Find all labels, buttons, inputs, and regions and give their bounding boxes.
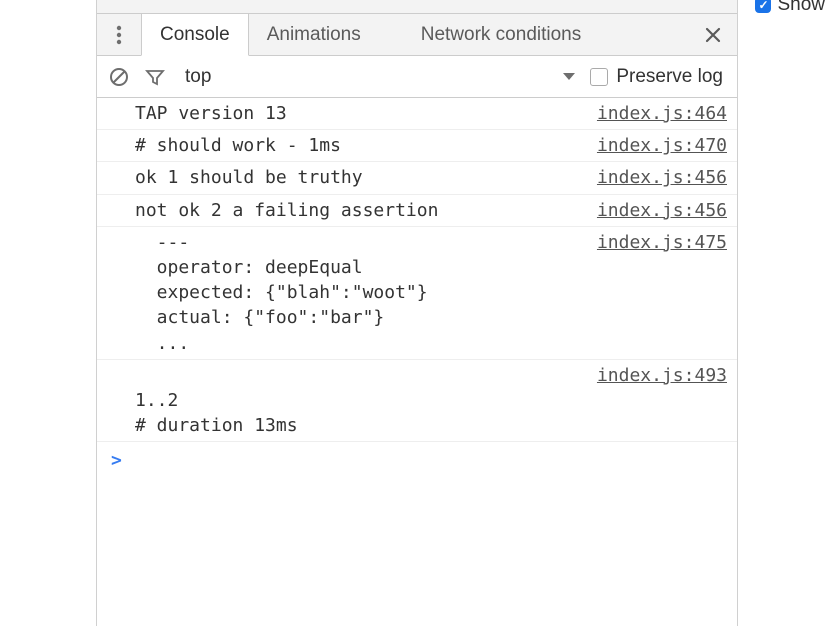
clear-icon[interactable] <box>107 65 131 89</box>
tab-label: Console <box>160 24 230 46</box>
execution-context-select[interactable]: top <box>185 66 211 88</box>
context-label: top <box>185 66 211 88</box>
log-row: not ok 2 a failing assertion index.js:45… <box>97 195 737 227</box>
log-message: ok 1 should be truthy <box>135 165 585 190</box>
preserve-log-option[interactable]: Preserve log <box>590 66 723 88</box>
log-source-link[interactable]: index.js:456 <box>585 165 727 190</box>
log-row: 1..2 # duration 13ms index.js:493 <box>97 360 737 443</box>
tab-label: Network conditions <box>421 24 582 46</box>
log-message: TAP version 13 <box>135 101 585 126</box>
log-source-link[interactable]: index.js:464 <box>585 101 727 126</box>
show-option[interactable]: ✓ Show <box>755 0 825 16</box>
log-row: TAP version 13 index.js:464 <box>97 98 737 130</box>
log-row: # should work - 1ms index.js:470 <box>97 130 737 162</box>
preserve-log-checkbox[interactable] <box>590 68 608 86</box>
tab-network-conditions[interactable]: Network conditions <box>403 14 600 55</box>
caret-down-icon[interactable] <box>562 72 576 82</box>
log-source-link[interactable]: index.js:493 <box>585 363 727 388</box>
console-toolbar: top Preserve log <box>97 56 737 98</box>
top-bar-sliver: ✓ Show <box>97 0 737 14</box>
kebab-icon[interactable] <box>97 14 141 55</box>
devtools-panel: ✓ Show Console Animations Network condit… <box>96 0 738 626</box>
drawer-tab-strip: Console Animations Network conditions <box>97 14 737 56</box>
filter-icon[interactable] <box>143 65 167 89</box>
log-message: 1..2 # duration 13ms <box>135 363 585 439</box>
tab-label: Animations <box>267 24 361 46</box>
log-row: --- operator: deepEqual expected: {"blah… <box>97 227 737 360</box>
preserve-log-label: Preserve log <box>616 66 723 88</box>
prompt-caret-icon: > <box>111 448 122 473</box>
console-prompt[interactable]: > <box>97 442 737 479</box>
log-message: not ok 2 a failing assertion <box>135 198 585 223</box>
checkmark-icon: ✓ <box>755 0 771 13</box>
console-log-body: TAP version 13 index.js:464 # should wor… <box>97 98 737 479</box>
tab-console[interactable]: Console <box>141 14 249 56</box>
log-source-link[interactable]: index.js:475 <box>585 230 727 255</box>
show-label: Show <box>777 0 825 16</box>
log-source-link[interactable]: index.js:470 <box>585 133 727 158</box>
log-message: --- operator: deepEqual expected: {"blah… <box>135 230 585 356</box>
close-icon[interactable] <box>699 21 727 49</box>
log-row: ok 1 should be truthy index.js:456 <box>97 162 737 194</box>
log-source-link[interactable]: index.js:456 <box>585 198 727 223</box>
tab-animations[interactable]: Animations <box>249 14 379 55</box>
log-message: # should work - 1ms <box>135 133 585 158</box>
